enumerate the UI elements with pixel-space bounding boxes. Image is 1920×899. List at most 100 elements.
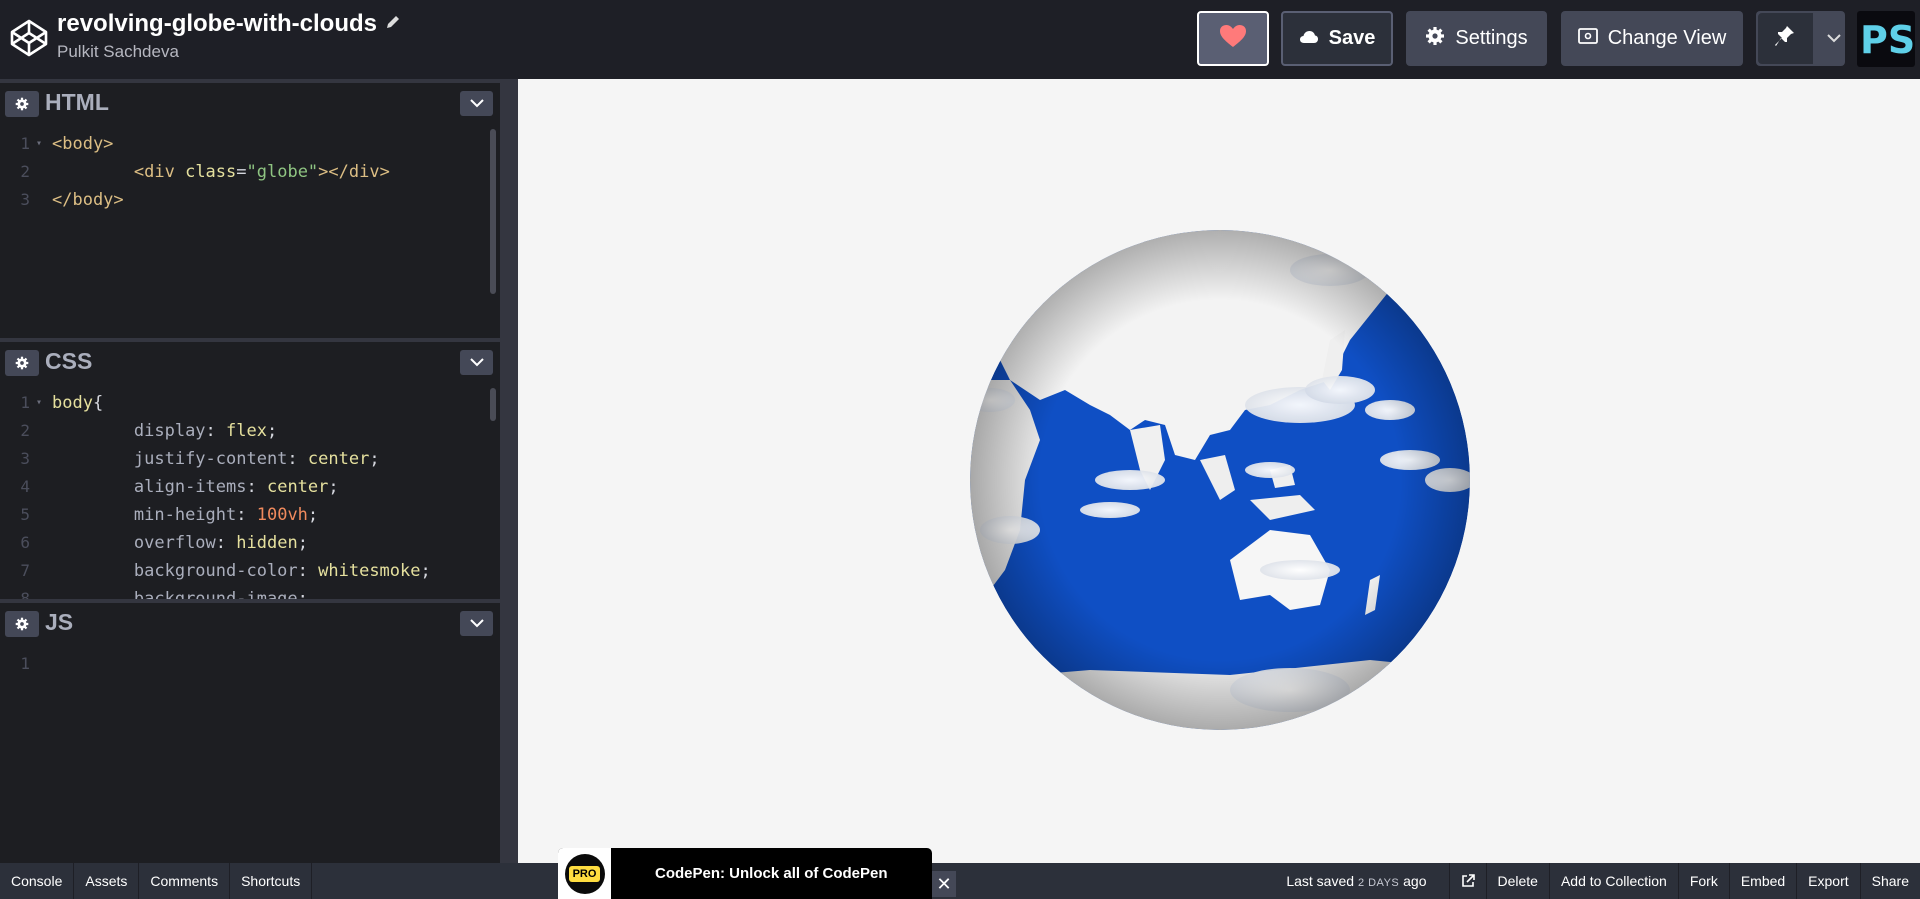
css-code-area[interactable]: 1 ▾ body{2 display: flex; 3 justify-content… (0, 385, 500, 603)
code-token: align-items (133, 477, 247, 497)
code-token: : (205, 421, 227, 441)
code-token: : (215, 533, 237, 553)
comments-button[interactable]: Comments (139, 863, 231, 899)
code-token: : (236, 505, 257, 525)
js-settings-gear-icon[interactable] (5, 611, 39, 637)
top-bar: revolving-globe-with-clouds Pulkit Sachd… (0, 0, 1920, 79)
code-line[interactable]: 6 overflow: hidden; (0, 529, 500, 557)
js-panel-header: JS (0, 599, 500, 646)
settings-button[interactable]: Settings (1406, 11, 1547, 66)
js-code-area[interactable]: 1 (0, 646, 500, 678)
preview-pane[interactable] (518, 79, 1920, 863)
html-scrollbar[interactable] (490, 129, 496, 294)
avatar[interactable]: PS (1857, 11, 1915, 67)
saved-suffix: ago (1403, 873, 1427, 889)
love-button[interactable] (1197, 11, 1269, 66)
close-icon[interactable]: ✕ (932, 871, 956, 897)
bottom-bar: Console Assets Comments Shortcuts Last s… (0, 863, 1920, 899)
code-token: center (307, 449, 370, 469)
delete-button[interactable]: Delete (1485, 863, 1549, 899)
code-token: ; (307, 505, 319, 525)
codepen-logo-icon[interactable] (9, 18, 49, 58)
code-token: ; (297, 533, 308, 553)
pro-promo-text[interactable]: CodePen: Unlock all of CodePen (655, 865, 888, 882)
line-number: 1 (20, 134, 30, 153)
code-token: : (287, 449, 308, 469)
settings-label: Settings (1455, 27, 1528, 49)
embed-button[interactable]: Embed (1728, 863, 1796, 899)
code-token: : (246, 477, 267, 497)
code-token: flex (226, 421, 267, 441)
code-token: center (266, 477, 329, 497)
saved-time: 2 DAYS (1357, 877, 1400, 889)
pin-icon (1775, 25, 1795, 53)
fold-gutter (36, 473, 52, 501)
line-number: 5 (20, 505, 30, 524)
pin-button[interactable] (1758, 13, 1813, 64)
line-number: 4 (20, 477, 30, 496)
fold-gutter (36, 417, 52, 445)
cloud-icon (1299, 27, 1319, 50)
save-label: Save (1328, 27, 1376, 49)
css-scrollbar[interactable] (490, 388, 496, 421)
fold-arrow-icon[interactable]: ▾ (36, 389, 52, 417)
fold-arrow-icon[interactable]: ▾ (36, 130, 52, 158)
code-line[interactable]: 3 justify-content: center; (0, 445, 500, 473)
html-collapse-chevron-down-icon[interactable] (460, 91, 493, 116)
change-view-button[interactable]: Change View (1561, 11, 1743, 66)
console-button[interactable]: Console (0, 863, 75, 899)
html-settings-gear-icon[interactable] (5, 91, 39, 117)
pin-button-group[interactable] (1756, 11, 1845, 66)
fold-gutter (36, 650, 52, 678)
chevron-down-icon[interactable] (1823, 34, 1845, 43)
code-line[interactable]: 2 <div class = "globe" ></div> (0, 158, 500, 186)
pencil-icon[interactable] (385, 14, 401, 35)
line-number: 1 (20, 654, 30, 673)
code-token: { (92, 393, 104, 413)
code-line[interactable]: 1 ▾ body{ (0, 389, 500, 417)
code-token: ></div> (318, 162, 390, 182)
assets-button[interactable]: Assets (74, 863, 140, 899)
code-line[interactable]: 7 background-color: whitesmoke; (0, 557, 500, 585)
fork-button[interactable]: Fork (1677, 863, 1729, 899)
html-code-area[interactable]: 1 ▾ <body> 2 <div class = "globe" ></div> 3 </bo… (0, 126, 500, 214)
pen-title-text[interactable]: revolving-globe-with-clouds (57, 10, 377, 38)
css-collapse-chevron-down-icon[interactable] (460, 350, 493, 375)
code-line[interactable]: 1 (0, 650, 500, 678)
pro-badge: PRO (564, 853, 605, 894)
code-token: <body> (52, 134, 114, 154)
code-line[interactable]: 5 min-height: 100vh; (0, 501, 500, 529)
html-editor-panel: HTML 1 ▾ <body> 2 <div class = "globe" ></div>… (0, 79, 500, 342)
pen-title-block: revolving-globe-with-clouds Pulkit Sachd… (57, 10, 401, 62)
last-saved-status: Last saved 2 DAYS ago (1286, 873, 1448, 889)
open-external-icon[interactable] (1448, 863, 1486, 899)
code-line[interactable]: 3 </body> (0, 186, 500, 214)
pen-title[interactable]: revolving-globe-with-clouds (57, 10, 401, 38)
code-line[interactable]: 4 align-items: center; (0, 473, 500, 501)
author-name[interactable]: Pulkit Sachdeva (57, 42, 401, 62)
code-token: whitesmoke (318, 561, 421, 581)
code-line[interactable]: 1 ▾ <body> (0, 130, 500, 158)
fold-gutter (36, 529, 52, 557)
export-button[interactable]: Export (1796, 863, 1859, 899)
code-token: ; (328, 477, 339, 497)
css-settings-gear-icon[interactable] (5, 350, 39, 376)
add-to-collection-button[interactable]: Add to Collection (1548, 863, 1678, 899)
code-token: min-height (133, 505, 237, 525)
share-button[interactable]: Share (1859, 863, 1920, 899)
code-line[interactable]: 2 display: flex; (0, 417, 500, 445)
html-panel-header: HTML (0, 79, 500, 126)
shortcuts-button[interactable]: Shortcuts (230, 863, 313, 899)
js-panel-title: JS (45, 609, 74, 635)
js-collapse-chevron-down-icon[interactable] (460, 611, 493, 636)
editor-resize-handle[interactable] (500, 79, 518, 863)
save-button[interactable]: Save (1281, 11, 1393, 66)
fold-gutter (36, 158, 52, 186)
code-token: </body> (52, 190, 124, 210)
code-token: ; (420, 561, 431, 581)
pro-promo-banner[interactable]: PRO CodePen: Unlock all of CodePen (558, 848, 932, 899)
